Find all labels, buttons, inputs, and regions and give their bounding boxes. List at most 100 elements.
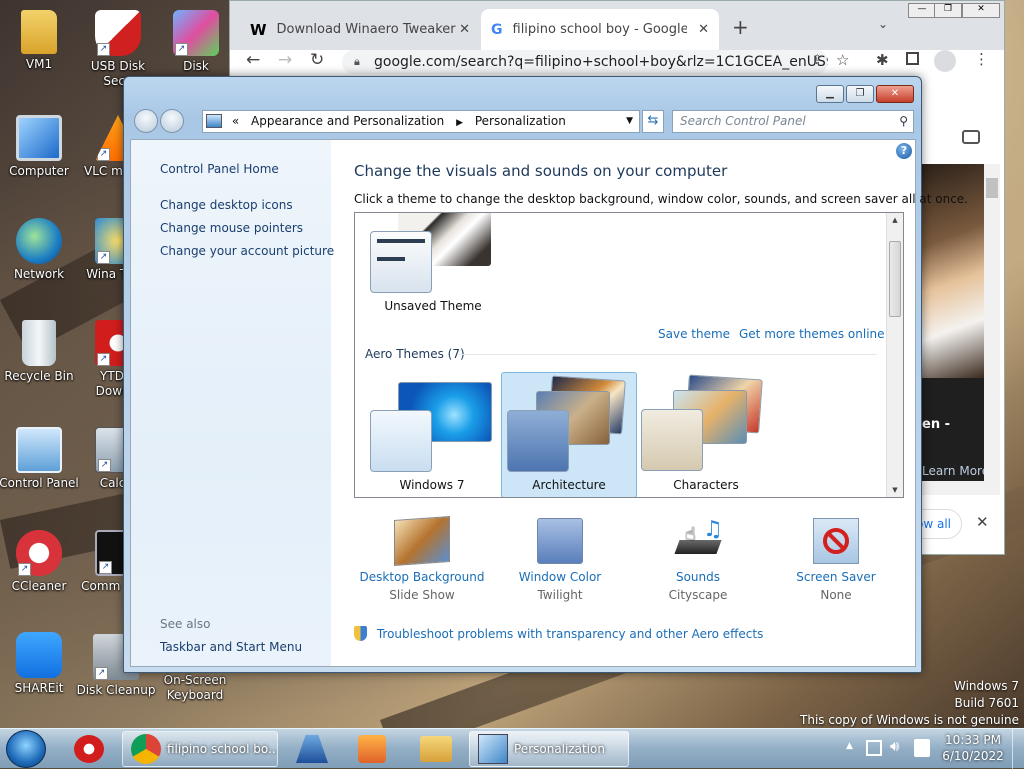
show-hidden-icons-icon[interactable]: ▲ xyxy=(846,741,853,751)
close-button[interactable]: ✕ xyxy=(876,85,914,103)
minimize-button[interactable]: ▁ xyxy=(816,85,844,103)
chrome-tab-google[interactable]: G filipino school boy - Google Sear ✕ xyxy=(481,9,719,50)
language-icon[interactable] xyxy=(914,739,930,757)
theme-windows-7[interactable]: Windows 7 xyxy=(365,372,499,497)
desktop-icon-recycle-bin[interactable]: Recycle Bin xyxy=(0,320,81,384)
desktop-background-icon xyxy=(394,516,450,566)
theme-list-scrollbar[interactable]: ▲ ▼ xyxy=(886,213,903,497)
taskbar-chrome-button[interactable]: filipino school bo... xyxy=(122,731,278,767)
desktop-background-value: Slide Show xyxy=(389,588,455,602)
explorer-taskbar-icon[interactable] xyxy=(420,736,452,762)
architecture-swatch xyxy=(507,410,569,472)
extensions-icon[interactable]: ✱ xyxy=(876,51,889,69)
theme-architecture[interactable]: Architecture xyxy=(501,372,637,497)
show-desktop-button[interactable] xyxy=(1012,729,1024,769)
characters-swatch xyxy=(641,409,703,471)
action-center-icon[interactable] xyxy=(866,740,882,756)
reload-icon[interactable]: ↻ xyxy=(310,50,324,70)
taskbar-start-menu-link[interactable]: Taskbar and Start Menu xyxy=(160,640,302,654)
side-panel-icon[interactable] xyxy=(906,52,919,65)
search-icon[interactable]: ⚲ xyxy=(899,111,908,132)
breadcrumb-appearance[interactable]: Appearance and Personalization xyxy=(251,114,444,128)
volume-icon[interactable]: 🔊︎ xyxy=(890,737,899,755)
result-panel-title: en - xyxy=(922,417,950,432)
profile-avatar[interactable] xyxy=(934,50,956,72)
page-hscrollbar[interactable] xyxy=(920,481,1000,495)
chrome-menu-icon[interactable]: ⋮ xyxy=(974,50,989,68)
chrome-minimize-button[interactable]: — xyxy=(908,3,936,18)
desktop-icon-shareit[interactable]: SHAREit xyxy=(0,632,81,696)
scroll-down-icon[interactable]: ▼ xyxy=(887,483,903,497)
bookmark-star-icon[interactable]: ☆ xyxy=(836,51,849,69)
change-mouse-pointers-link[interactable]: Change mouse pointers xyxy=(160,221,303,235)
address-dropdown-icon[interactable]: ▼ xyxy=(626,111,633,132)
desktop-icon-label: Keyboard xyxy=(166,688,224,702)
save-theme-link[interactable]: Save theme xyxy=(658,327,730,341)
scroll-thumb[interactable] xyxy=(889,241,901,317)
desktop-icon-on-screen-keyboard[interactable]: On-Screen Keyboard xyxy=(153,673,237,703)
theme-list[interactable]: Unsaved Theme Save theme Get more themes… xyxy=(354,212,904,498)
change-account-picture-link[interactable]: Change your account picture xyxy=(160,244,334,258)
change-desktop-icons-link[interactable]: Change desktop icons xyxy=(160,198,293,212)
sounds-item[interactable]: ♫ ☝ Sounds Cityscape xyxy=(623,518,773,603)
learn-more-link[interactable]: Learn More xyxy=(922,464,989,478)
sounds-link[interactable]: Sounds xyxy=(623,570,773,584)
start-button[interactable] xyxy=(6,730,46,768)
ytd-taskbar-icon[interactable] xyxy=(74,735,104,763)
screen-saver-link[interactable]: Screen Saver xyxy=(761,570,911,584)
theme-characters[interactable]: Characters xyxy=(639,372,773,497)
unsaved-theme-swatch[interactable] xyxy=(370,231,432,293)
share-icon[interactable]: ⇪ xyxy=(812,53,823,68)
dismiss-icon[interactable]: ✕ xyxy=(976,513,989,531)
get-more-themes-link[interactable]: Get more themes online xyxy=(739,327,885,341)
personalization-icon xyxy=(478,734,508,764)
back-arrow-icon[interactable]: ← xyxy=(246,50,260,70)
address-bar[interactable]: « Appearance and Personalization ▶ Perso… xyxy=(202,110,640,133)
unsaved-theme-label[interactable]: Unsaved Theme xyxy=(373,299,493,313)
camera-search-icon[interactable] xyxy=(962,130,980,144)
close-tab-icon[interactable]: ✕ xyxy=(698,22,709,37)
omnibox[interactable]: 🔒︎ google.com/search?q=filipino+school+b… xyxy=(342,50,828,74)
desktop-icon-vm1[interactable]: VM1 xyxy=(0,10,81,72)
media-player-taskbar-icon[interactable] xyxy=(358,735,386,763)
forward-arrow-icon[interactable]: → xyxy=(278,50,292,70)
troubleshoot-link[interactable]: Troubleshoot problems with transparency … xyxy=(354,626,763,641)
forward-button[interactable] xyxy=(160,109,184,133)
breadcrumb-separator-icon[interactable]: ▶ xyxy=(456,118,463,128)
clock[interactable]: 10:33 PM 6/10/2022 xyxy=(940,732,1006,764)
desktop-icon-disk[interactable]: ↗ Disk xyxy=(154,10,238,74)
help-icon[interactable]: ? xyxy=(896,143,912,159)
page-title: Change the visuals and sounds on your co… xyxy=(354,162,728,180)
breadcrumb-overflow-icon[interactable]: « xyxy=(232,114,239,128)
window-color-link[interactable]: Window Color xyxy=(485,570,635,584)
breadcrumb-personalization[interactable]: Personalization xyxy=(475,114,566,128)
desktop-icon-ccleaner[interactable]: ↗ CCleaner xyxy=(0,530,81,594)
taskbar-personalization-button[interactable]: Personalization xyxy=(469,731,629,767)
close-tab-icon[interactable]: ✕ xyxy=(459,22,470,37)
aero-themes-heading: Aero Themes (7) xyxy=(365,347,465,361)
window-color-item[interactable]: Window Color Twilight xyxy=(485,518,635,602)
desktop-icon-network[interactable]: Network xyxy=(0,218,81,282)
personalization-window[interactable]: ▁ ❐ ✕ « Appearance and Personalization ▶… xyxy=(123,76,968,673)
desktop-icon-computer[interactable]: Computer xyxy=(0,115,81,179)
taskbar-button-label: Personalization xyxy=(514,742,605,756)
desktop-icon-control-panel[interactable]: Control Panel xyxy=(0,427,81,491)
new-tab-icon[interactable]: + xyxy=(732,15,749,39)
tab-search-icon[interactable]: ⌄ xyxy=(878,17,888,31)
search-input[interactable]: Search Control Panel ⚲ xyxy=(672,110,914,133)
page-scrollbar[interactable] xyxy=(984,164,1000,481)
recycle-bin-icon xyxy=(22,320,56,366)
refresh-button[interactable]: ⇆ xyxy=(642,110,664,133)
chrome-restore-button[interactable]: ❐ xyxy=(934,3,962,18)
desktop-background-item[interactable]: Desktop Background Slide Show xyxy=(347,516,497,602)
chrome-close-button[interactable]: ✕ xyxy=(962,3,1000,18)
chrome-tab-winaero[interactable]: W Download Winaero Tweaker ✕ xyxy=(240,9,480,50)
desktop-background-link[interactable]: Desktop Background xyxy=(347,570,497,584)
screen-saver-item[interactable]: Screen Saver None xyxy=(761,518,911,602)
control-panel-icon xyxy=(16,427,62,473)
network-tool-taskbar-icon[interactable] xyxy=(296,735,328,763)
back-button[interactable] xyxy=(134,109,158,133)
maximize-button[interactable]: ❐ xyxy=(846,85,874,103)
control-panel-home-link[interactable]: Control Panel Home xyxy=(160,162,279,176)
scroll-up-icon[interactable]: ▲ xyxy=(887,213,903,227)
